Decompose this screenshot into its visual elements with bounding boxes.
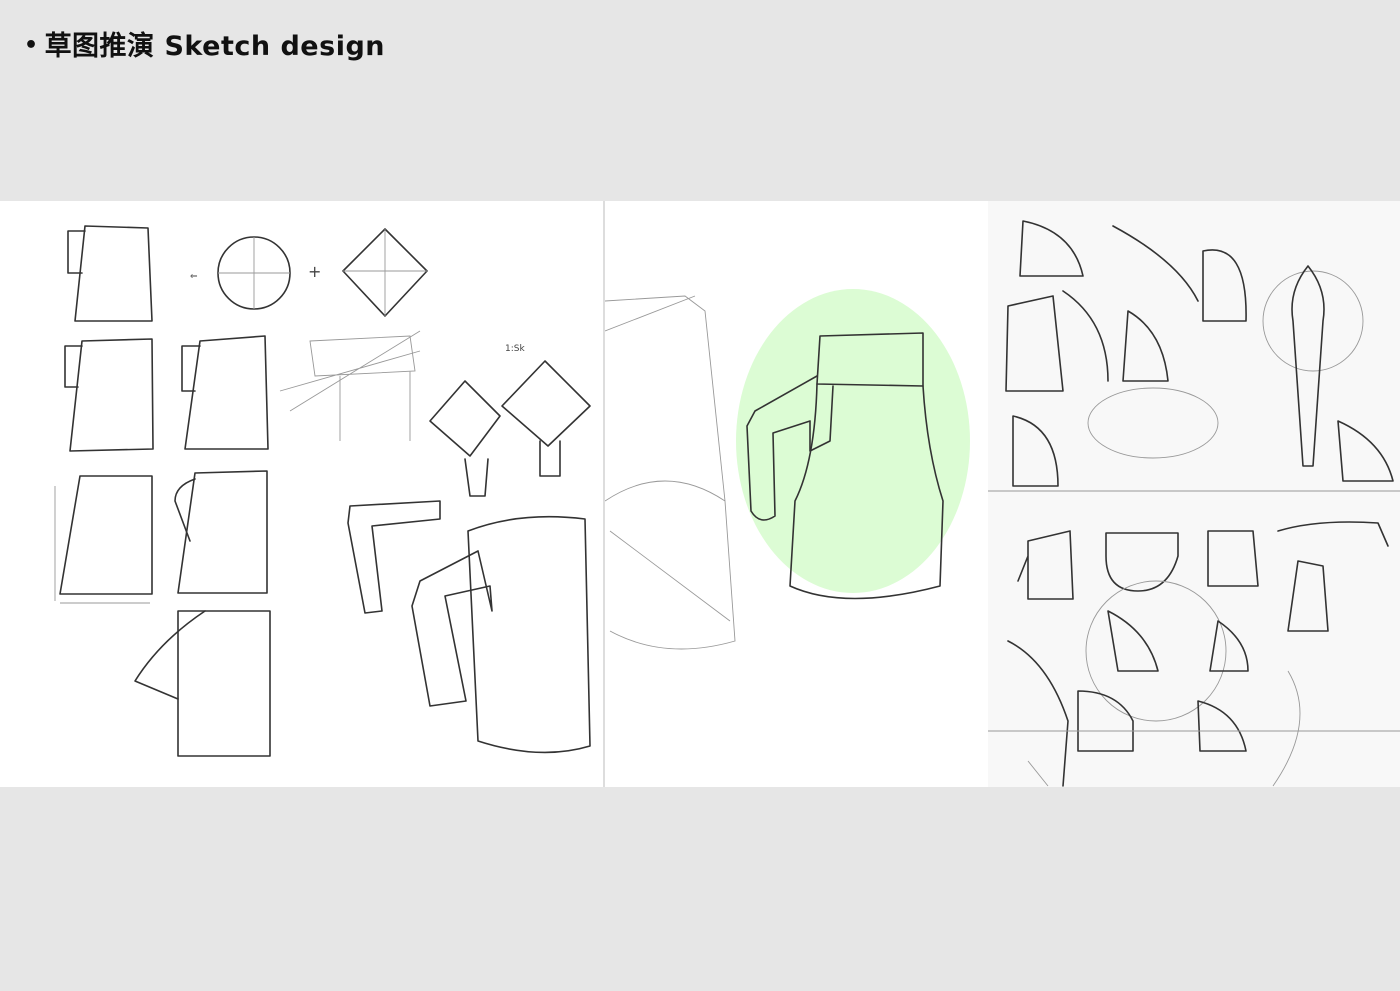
exploration-sketches	[988, 201, 1400, 787]
page-title: • 草图推演 Sketch design	[24, 24, 385, 63]
form-derivation-sketches: ⇐ + 1:Sk	[0, 201, 605, 787]
selected-concept-sketch	[605, 201, 988, 787]
svg-text:⇐: ⇐	[190, 272, 198, 282]
sketch-image-form-derivation: ⇐ + 1:Sk	[54, 225, 591, 757]
page-title-text: 草图推演 Sketch design	[44, 31, 385, 62]
sketch-image-selected-concept	[605, 289, 970, 650]
bullet: •	[24, 33, 39, 58]
svg-text:1:Sk: 1:Sk	[505, 344, 525, 354]
sketch-band: ⇐ + 1:Sk	[0, 201, 1400, 787]
sketch-image-exploration	[988, 220, 1400, 787]
svg-text:+: +	[308, 262, 321, 281]
